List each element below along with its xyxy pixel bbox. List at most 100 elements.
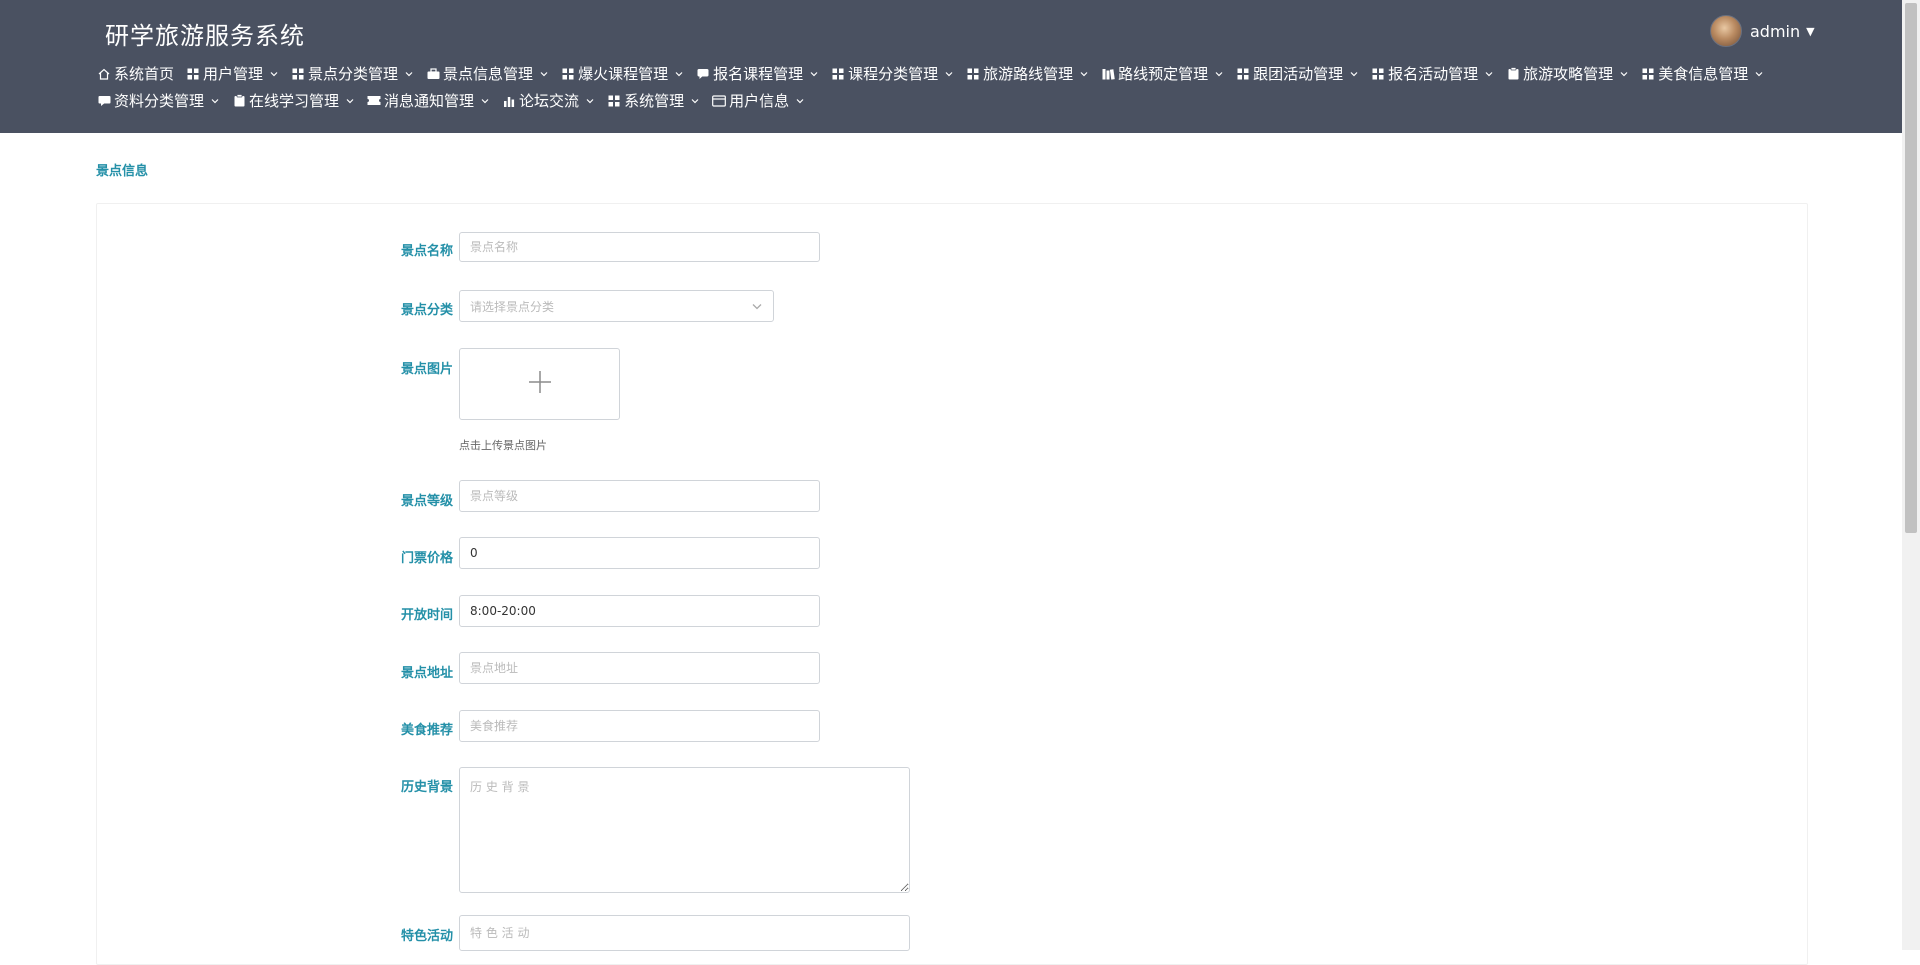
grid-icon	[1371, 67, 1385, 81]
label-name: 景点名称	[400, 244, 453, 259]
grid-icon	[831, 67, 845, 81]
grid-icon	[607, 94, 621, 108]
nav-item-label: 报名课程管理	[713, 65, 804, 83]
nav-item-label: 论坛交流	[519, 92, 580, 110]
chevron-down-icon	[1214, 69, 1224, 79]
nav-item-15[interactable]: 消息通知管理	[367, 89, 490, 112]
page-scrollbar[interactable]	[1902, 0, 1920, 950]
card-icon	[712, 94, 726, 108]
nav-item-label: 爆火课程管理	[578, 65, 669, 83]
level-input[interactable]	[459, 480, 820, 512]
nav-item-label: 用户信息	[729, 92, 790, 110]
user-name: admin	[1750, 21, 1801, 41]
chevron-down-icon	[690, 96, 700, 106]
food-input[interactable]	[459, 710, 820, 742]
nav-item-18[interactable]: 用户信息	[712, 89, 805, 112]
nav-item-label: 消息通知管理	[384, 92, 475, 110]
nav-item-7[interactable]: 旅游路线管理	[966, 62, 1089, 85]
breadcrumb: 景点信息	[96, 164, 149, 179]
form-panel: 景点名称 景点分类 请选择景点分类 景点图片 点击上传景点图片 景点等级 门票价…	[96, 203, 1808, 965]
chevron-down-icon	[480, 96, 490, 106]
clipboard-icon	[232, 94, 246, 108]
grid-icon	[186, 67, 200, 81]
chevron-down-icon	[751, 297, 763, 316]
chevron-down-icon	[944, 69, 954, 79]
nav-item-9[interactable]: 跟团活动管理	[1236, 62, 1359, 85]
clipboard-icon	[1506, 67, 1520, 81]
chevron-down-icon	[809, 69, 819, 79]
name-input[interactable]	[459, 232, 820, 262]
price-input[interactable]	[459, 537, 820, 569]
chevron-down-icon	[345, 96, 355, 106]
top-header: 研学旅游服务系统 admin ▼ 系统首页 用户管理 景点分类管理 景点信息管理 爆火课…	[0, 0, 1902, 133]
grid-icon	[1236, 67, 1250, 81]
chevron-down-icon	[1349, 69, 1359, 79]
chevron-down-icon	[404, 69, 414, 79]
image-upload-button[interactable]	[459, 348, 620, 420]
nav-item-1[interactable]: 用户管理	[186, 62, 279, 85]
nav-item-label: 美食信息管理	[1658, 65, 1749, 83]
nav-item-label: 旅游路线管理	[983, 65, 1074, 83]
ticket-icon	[367, 94, 381, 108]
bar-chart-icon	[502, 94, 516, 108]
chevron-down-icon	[1619, 69, 1629, 79]
main-nav: 系统首页 用户管理 景点分类管理 景点信息管理 爆火课程管理 报名课程管理 课程分类管理 旅游…	[97, 62, 1817, 112]
nav-item-label: 跟团活动管理	[1253, 65, 1344, 83]
activity-input[interactable]	[459, 915, 910, 951]
hours-input[interactable]	[459, 595, 820, 627]
nav-item-3[interactable]: 景点信息管理	[426, 62, 549, 85]
books-icon	[1101, 67, 1115, 81]
grid-icon	[1641, 67, 1655, 81]
nav-item-label: 路线预定管理	[1118, 65, 1209, 83]
label-level: 景点等级	[400, 494, 453, 509]
address-input[interactable]	[459, 652, 820, 684]
label-activity: 特色活动	[400, 929, 453, 944]
grid-icon	[291, 67, 305, 81]
chevron-down-icon	[795, 96, 805, 106]
chevron-down-icon	[210, 96, 220, 106]
nav-item-6[interactable]: 课程分类管理	[831, 62, 954, 85]
avatar[interactable]	[1710, 15, 1742, 47]
label-image: 景点图片	[400, 362, 453, 377]
nav-item-5[interactable]: 报名课程管理	[696, 62, 819, 85]
nav-item-label: 课程分类管理	[848, 65, 939, 83]
nav-item-label: 系统管理	[624, 92, 685, 110]
history-textarea[interactable]	[459, 767, 910, 893]
upload-hint: 点击上传景点图片	[459, 439, 547, 452]
nav-item-label: 用户管理	[203, 65, 264, 83]
chevron-down-icon	[539, 69, 549, 79]
label-food: 美食推荐	[400, 723, 453, 738]
scroll-thumb[interactable]	[1905, 3, 1917, 533]
nav-item-12[interactable]: 美食信息管理	[1641, 62, 1764, 85]
nav-item-label: 资料分类管理	[114, 92, 205, 110]
chevron-down-icon	[1754, 69, 1764, 79]
nav-item-8[interactable]: 路线预定管理	[1101, 62, 1224, 85]
nav-item-11[interactable]: 旅游攻略管理	[1506, 62, 1629, 85]
chevron-down-icon	[269, 69, 279, 79]
nav-item-label: 景点分类管理	[308, 65, 399, 83]
nav-item-17[interactable]: 系统管理	[607, 89, 700, 112]
nav-item-label: 在线学习管理	[249, 92, 340, 110]
nav-item-label: 景点信息管理	[443, 65, 534, 83]
nav-item-0[interactable]: 系统首页	[97, 62, 174, 85]
nav-item-4[interactable]: 爆火课程管理	[561, 62, 684, 85]
comment-icon	[97, 94, 111, 108]
plus-icon	[526, 368, 554, 400]
nav-item-10[interactable]: 报名活动管理	[1371, 62, 1494, 85]
app-title: 研学旅游服务系统	[105, 22, 305, 50]
chevron-down-icon	[1484, 69, 1494, 79]
briefcase-icon	[426, 67, 440, 81]
grid-icon	[561, 67, 575, 81]
nav-item-14[interactable]: 在线学习管理	[232, 89, 355, 112]
chevron-down-icon	[585, 96, 595, 106]
category-select[interactable]: 请选择景点分类	[459, 290, 774, 322]
caret-down-icon: ▼	[1806, 24, 1815, 38]
nav-item-label: 报名活动管理	[1388, 65, 1479, 83]
user-menu[interactable]: admin ▼	[1710, 15, 1815, 47]
chevron-down-icon	[674, 69, 684, 79]
nav-item-2[interactable]: 景点分类管理	[291, 62, 414, 85]
nav-item-13[interactable]: 资料分类管理	[97, 89, 220, 112]
grid-icon	[966, 67, 980, 81]
home-icon	[97, 67, 111, 81]
nav-item-16[interactable]: 论坛交流	[502, 89, 595, 112]
